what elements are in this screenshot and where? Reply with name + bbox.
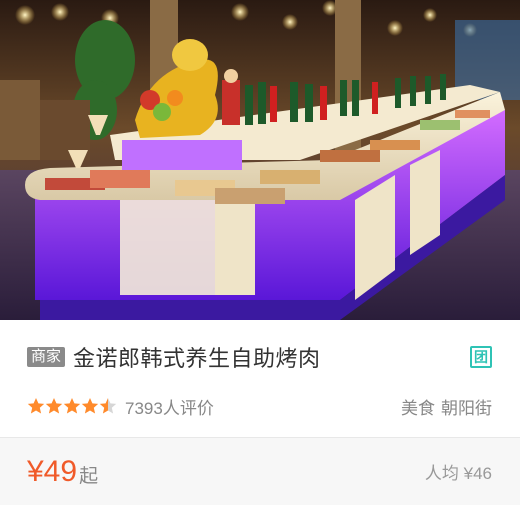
star-icon <box>27 398 45 414</box>
category-label: 美食 <box>401 398 435 418</box>
price: ¥49 <box>27 454 78 488</box>
title-row: 商家 金诺郎韩式养生自助烤肉 团 <box>27 342 492 372</box>
star-icon <box>81 398 99 414</box>
shop-name[interactable]: 金诺郎韩式养生自助烤肉 <box>73 341 470 373</box>
star-icon <box>63 398 81 414</box>
buffet-photo[interactable] <box>0 0 520 320</box>
review-count: 7393人评价 <box>125 398 214 418</box>
average-price: 人均 ¥46 <box>424 464 492 483</box>
price-bar: ¥49 起 人均 ¥46 <box>0 438 520 505</box>
group-buy-icon: 团 <box>470 346 492 368</box>
meta-row: 7393人评价 美食 朝阳街 <box>27 393 492 419</box>
star-icon <box>99 398 117 414</box>
deal-card[interactable]: 商家 金诺郎韩式养生自助烤肉 团 7393人评价 美食 朝阳街 ¥49 起 人均… <box>0 0 520 505</box>
district-label: 朝阳街 <box>441 398 492 418</box>
listing-info: 商家 金诺郎韩式养生自助烤肉 团 7393人评价 美食 朝阳街 <box>0 320 520 437</box>
star-icon <box>45 398 63 414</box>
merchant-tag: 商家 <box>27 347 66 367</box>
rating-stars <box>27 397 117 415</box>
price-suffix: 起 <box>79 466 99 487</box>
